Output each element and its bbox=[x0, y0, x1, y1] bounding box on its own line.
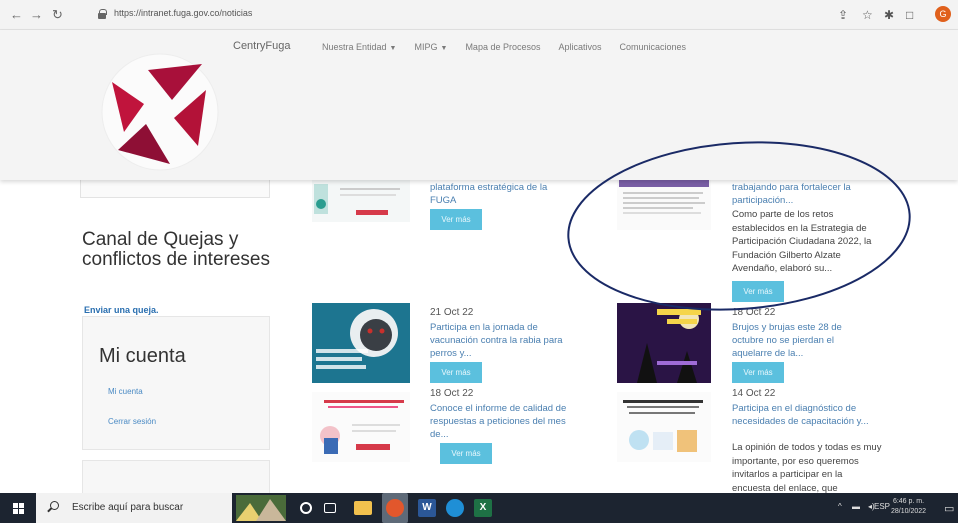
forward-icon[interactable]: → bbox=[30, 7, 43, 23]
ver-mas-button[interactable]: Ver más bbox=[430, 362, 482, 383]
my-account-link[interactable]: Mi cuenta bbox=[108, 387, 143, 396]
clock-time: 6:46 p. m. bbox=[892, 498, 925, 505]
quejas-heading: Canal de Quejas y conflictos de interese… bbox=[82, 229, 270, 270]
site-brand[interactable]: CentryFuga bbox=[233, 40, 290, 52]
nav-item-mipg[interactable]: MIPG ▼ bbox=[414, 42, 447, 52]
account-box: Mi cuenta Mi cuenta Cerrar sesión bbox=[82, 316, 270, 450]
thumbnail-graphic bbox=[312, 180, 410, 222]
news-headline[interactable]: Conoce el informe de calidad de respuest… bbox=[430, 402, 570, 441]
nav-item-mapa[interactable]: Mapa de Procesos bbox=[465, 42, 540, 52]
ver-mas-button[interactable]: Ver más bbox=[440, 443, 492, 464]
taskbar-clock[interactable]: 6:46 p. m. 28/10/2022 bbox=[891, 497, 926, 517]
news-summary: Como parte de los retos establecidos en … bbox=[732, 209, 872, 274]
news-headline[interactable]: Participa en la jornada de vacunación co… bbox=[430, 321, 570, 360]
news-thumbnail[interactable] bbox=[312, 303, 410, 383]
language-indicator[interactable]: ESP bbox=[874, 502, 890, 511]
thumbnail-graphic bbox=[312, 303, 410, 383]
thumbnail-graphic bbox=[617, 303, 711, 383]
news-thumbnail[interactable] bbox=[617, 392, 711, 462]
nav-item-aplicativos[interactable]: Aplicativos bbox=[558, 42, 601, 52]
profile-avatar[interactable]: G bbox=[935, 6, 951, 22]
cortana-icon[interactable] bbox=[300, 502, 312, 514]
enviar-queja-link[interactable]: Enviar una queja. bbox=[84, 305, 159, 315]
sidebar-box bbox=[80, 180, 270, 198]
news-date: 18 Oct 22 bbox=[430, 388, 474, 399]
fuga-logo[interactable] bbox=[100, 52, 220, 172]
windows-start-icon[interactable] bbox=[13, 503, 24, 514]
nav-label: MIPG bbox=[414, 42, 438, 52]
ver-mas-button[interactable]: Ver más bbox=[732, 362, 784, 383]
bookmark-star-icon[interactable]: ☆ bbox=[862, 7, 873, 23]
windows-taskbar: Escribe aquí para buscar W X ^ ▬ ◂) ESP … bbox=[0, 493, 958, 523]
logout-link[interactable]: Cerrar sesión bbox=[108, 417, 156, 426]
news-thumbnail[interactable] bbox=[312, 180, 410, 222]
main-nav: Nuestra Entidad ▼ MIPG ▼ Mapa de Procesos … bbox=[322, 42, 704, 52]
tray-chevron-icon[interactable]: ^ bbox=[838, 502, 842, 511]
notifications-icon[interactable]: ▭ bbox=[944, 502, 954, 515]
news-date: 14 Oct 22 bbox=[732, 388, 776, 399]
task-view-icon[interactable] bbox=[324, 503, 336, 513]
ver-mas-button[interactable]: Ver más bbox=[430, 209, 482, 230]
lock-icon bbox=[98, 9, 107, 19]
search-icon bbox=[50, 501, 59, 510]
search-highlight-image bbox=[236, 495, 286, 521]
thumbnail-graphic bbox=[312, 392, 410, 462]
taskbar-search[interactable]: Escribe aquí para buscar bbox=[36, 493, 232, 523]
news-summary: La opinión de todos y todas es muy impor… bbox=[732, 442, 882, 494]
news-thumbnail[interactable] bbox=[617, 180, 711, 230]
news-headline[interactable]: plataforma estratégica de la FUGA bbox=[430, 181, 570, 207]
excel-icon[interactable]: X bbox=[474, 499, 492, 517]
share-icon[interactable]: ⇪ bbox=[838, 7, 848, 23]
news-headline[interactable]: trabajando para fortalecer la participac… bbox=[732, 181, 882, 207]
news-headline[interactable]: Participa en el diagnóstico de necesidad… bbox=[732, 402, 872, 428]
address-bar[interactable]: https://intranet.fuga.gov.co/noticias bbox=[90, 5, 836, 25]
news-date: 21 Oct 22 bbox=[430, 307, 474, 318]
news-headline[interactable]: Brujos y brujas este 28 de octubre no se… bbox=[732, 321, 872, 360]
clock-date: 28/10/2022 bbox=[891, 508, 927, 515]
reload-icon[interactable]: ↻ bbox=[52, 7, 63, 23]
chrome-icon[interactable] bbox=[386, 499, 404, 517]
sidebar: Canal de Quejas y conflictos de interese… bbox=[0, 180, 290, 500]
edge-icon[interactable] bbox=[446, 499, 464, 517]
nav-label: Nuestra Entidad bbox=[322, 42, 387, 52]
caret-down-icon: ▼ bbox=[389, 45, 397, 52]
browser-toolbar: ← → ↻ https://intranet.fuga.gov.co/notic… bbox=[0, 0, 958, 30]
ver-mas-button[interactable]: Ver más bbox=[732, 281, 784, 302]
caret-down-icon: ▼ bbox=[440, 45, 448, 52]
extensions-icon[interactable]: ✱ bbox=[884, 7, 894, 23]
thumbnail-graphic bbox=[617, 392, 711, 462]
nav-item-comunicaciones[interactable]: Comunicaciones bbox=[620, 42, 687, 52]
taskbar-search-placeholder: Escribe aquí para buscar bbox=[72, 502, 184, 513]
site-header: CentryFuga Nuestra Entidad ▼ MIPG ▼ Mapa d… bbox=[0, 30, 958, 180]
thumbnail-graphic bbox=[617, 180, 711, 230]
word-icon[interactable]: W bbox=[418, 499, 436, 517]
url-text: https://intranet.fuga.gov.co/noticias bbox=[114, 8, 253, 18]
network-icon[interactable]: ▬ bbox=[852, 502, 860, 511]
back-icon[interactable]: ← bbox=[10, 7, 23, 23]
nav-item-entidad[interactable]: Nuestra Entidad ▼ bbox=[322, 42, 396, 52]
account-heading: Mi cuenta bbox=[99, 345, 186, 367]
window-icon[interactable]: □ bbox=[906, 7, 913, 23]
news-thumbnail[interactable] bbox=[617, 303, 711, 383]
news-date: 18 Oct 22 bbox=[732, 307, 776, 318]
news-thumbnail[interactable] bbox=[312, 392, 410, 462]
file-explorer-icon[interactable] bbox=[354, 501, 372, 515]
